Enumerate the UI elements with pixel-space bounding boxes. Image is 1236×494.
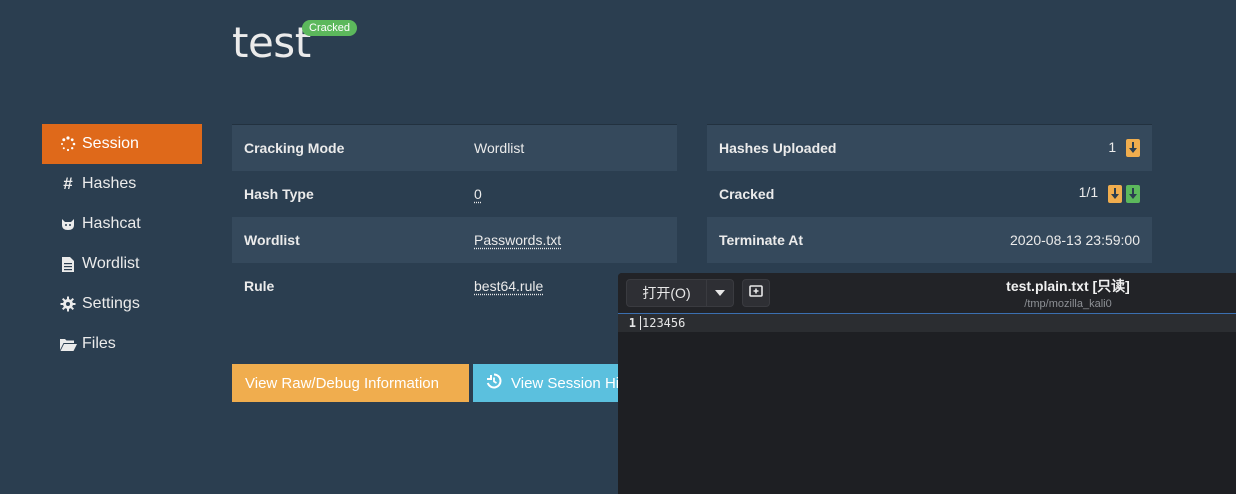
- table-row: Rule best64.rule: [232, 263, 677, 309]
- viewer-text-area[interactable]: 1 123456: [618, 314, 1236, 332]
- sidebar-item-label: Session: [82, 135, 139, 152]
- table-row: Terminate At 2020-08-13 23:59:00: [707, 216, 1152, 263]
- hash-type-link[interactable]: 0: [474, 186, 482, 202]
- download-cracked-icon[interactable]: [1108, 184, 1122, 203]
- table-row: Cracked 1/1: [707, 171, 1152, 217]
- gear-icon: [58, 296, 78, 312]
- session-details-table: Cracking Mode Wordlist Hash Type 0 Wordl…: [232, 124, 677, 309]
- download-plain-icon[interactable]: [1126, 184, 1140, 203]
- hashes-uploaded-label: Hashes Uploaded: [707, 124, 921, 171]
- history-icon: [486, 373, 502, 394]
- session-stats-table: Hashes Uploaded 1 Cracked 1/1 Terminate …: [707, 124, 1152, 263]
- table-row: Wordlist Passwords.txt: [232, 216, 677, 263]
- open-dropdown-arrow[interactable]: [707, 290, 733, 296]
- line-text: 123456: [640, 316, 686, 330]
- terminate-at-label: Terminate At: [707, 216, 921, 263]
- download-hashes-icon[interactable]: [1126, 138, 1140, 157]
- wordlist-label: Wordlist: [232, 216, 462, 263]
- viewer-file-path: /tmp/mozilla_kali0: [1024, 298, 1112, 310]
- viewer-title: test.plain.txt [只读] /tmp/mozilla_kali0: [948, 276, 1188, 310]
- new-document-button[interactable]: [742, 279, 770, 307]
- hash-icon: #: [63, 174, 73, 193]
- sidebar-nav: Session # Hashes Hashcat Wordlist Settin…: [42, 124, 202, 364]
- sidebar-item-settings[interactable]: Settings: [42, 284, 202, 324]
- wordlist-link[interactable]: Passwords.txt: [474, 232, 561, 248]
- spinner-icon: [58, 136, 78, 152]
- sidebar-item-wordlist[interactable]: Wordlist: [42, 244, 202, 284]
- sidebar-item-label: Files: [82, 335, 116, 352]
- view-session-history-button[interactable]: View Session History: [473, 364, 633, 402]
- table-row: Cracking Mode Wordlist: [232, 124, 677, 171]
- sidebar-item-hashes[interactable]: # Hashes: [42, 164, 202, 204]
- view-raw-debug-button[interactable]: View Raw/Debug Information: [232, 364, 469, 402]
- sidebar-item-label: Hashes: [82, 175, 137, 192]
- sidebar-item-session[interactable]: Session: [42, 124, 202, 164]
- line-number: 1: [628, 316, 636, 330]
- sidebar-item-label: Settings: [82, 295, 140, 312]
- table-row: Hash Type 0: [232, 171, 677, 217]
- viewer-header: 打开(O) test.plain.txt [只读] /tmp/mozilla_k…: [618, 273, 1236, 314]
- open-button[interactable]: 打开(O): [627, 280, 707, 306]
- page-title: test: [232, 18, 311, 67]
- hash-type-label: Hash Type: [244, 185, 314, 202]
- view-session-history-label: View Session History: [511, 374, 633, 392]
- table-row: Hashes Uploaded 1: [707, 124, 1152, 171]
- viewer-file-name: test.plain.txt [只读]: [1006, 278, 1130, 294]
- cracked-value: 1/1: [1078, 184, 1099, 201]
- file-icon: [58, 256, 78, 272]
- cracking-mode-label: Cracking Mode: [232, 124, 462, 171]
- rule-link[interactable]: best64.rule: [474, 278, 543, 294]
- cat-icon: [58, 216, 78, 232]
- terminate-at-value: 2020-08-13 23:59:00: [920, 216, 1152, 263]
- cracked-label: Cracked: [719, 185, 775, 202]
- sidebar-item-label: Wordlist: [82, 255, 140, 272]
- sidebar-item-label: Hashcat: [82, 215, 141, 232]
- new-document-icon: [749, 284, 763, 302]
- cracking-mode-value: Wordlist: [462, 124, 677, 171]
- text-line: 1 123456: [618, 314, 1236, 332]
- status-badge: Cracked: [302, 20, 357, 36]
- hashes-uploaded-value: 1: [1108, 138, 1117, 155]
- rule-label: Rule: [244, 277, 275, 294]
- text-viewer-window: 打开(O) test.plain.txt [只读] /tmp/mozilla_k…: [618, 273, 1236, 494]
- sidebar-item-files[interactable]: Files: [42, 324, 202, 364]
- folder-open-icon: [58, 338, 78, 351]
- sidebar-item-hashcat[interactable]: Hashcat: [42, 204, 202, 244]
- open-button-group: 打开(O): [626, 279, 734, 307]
